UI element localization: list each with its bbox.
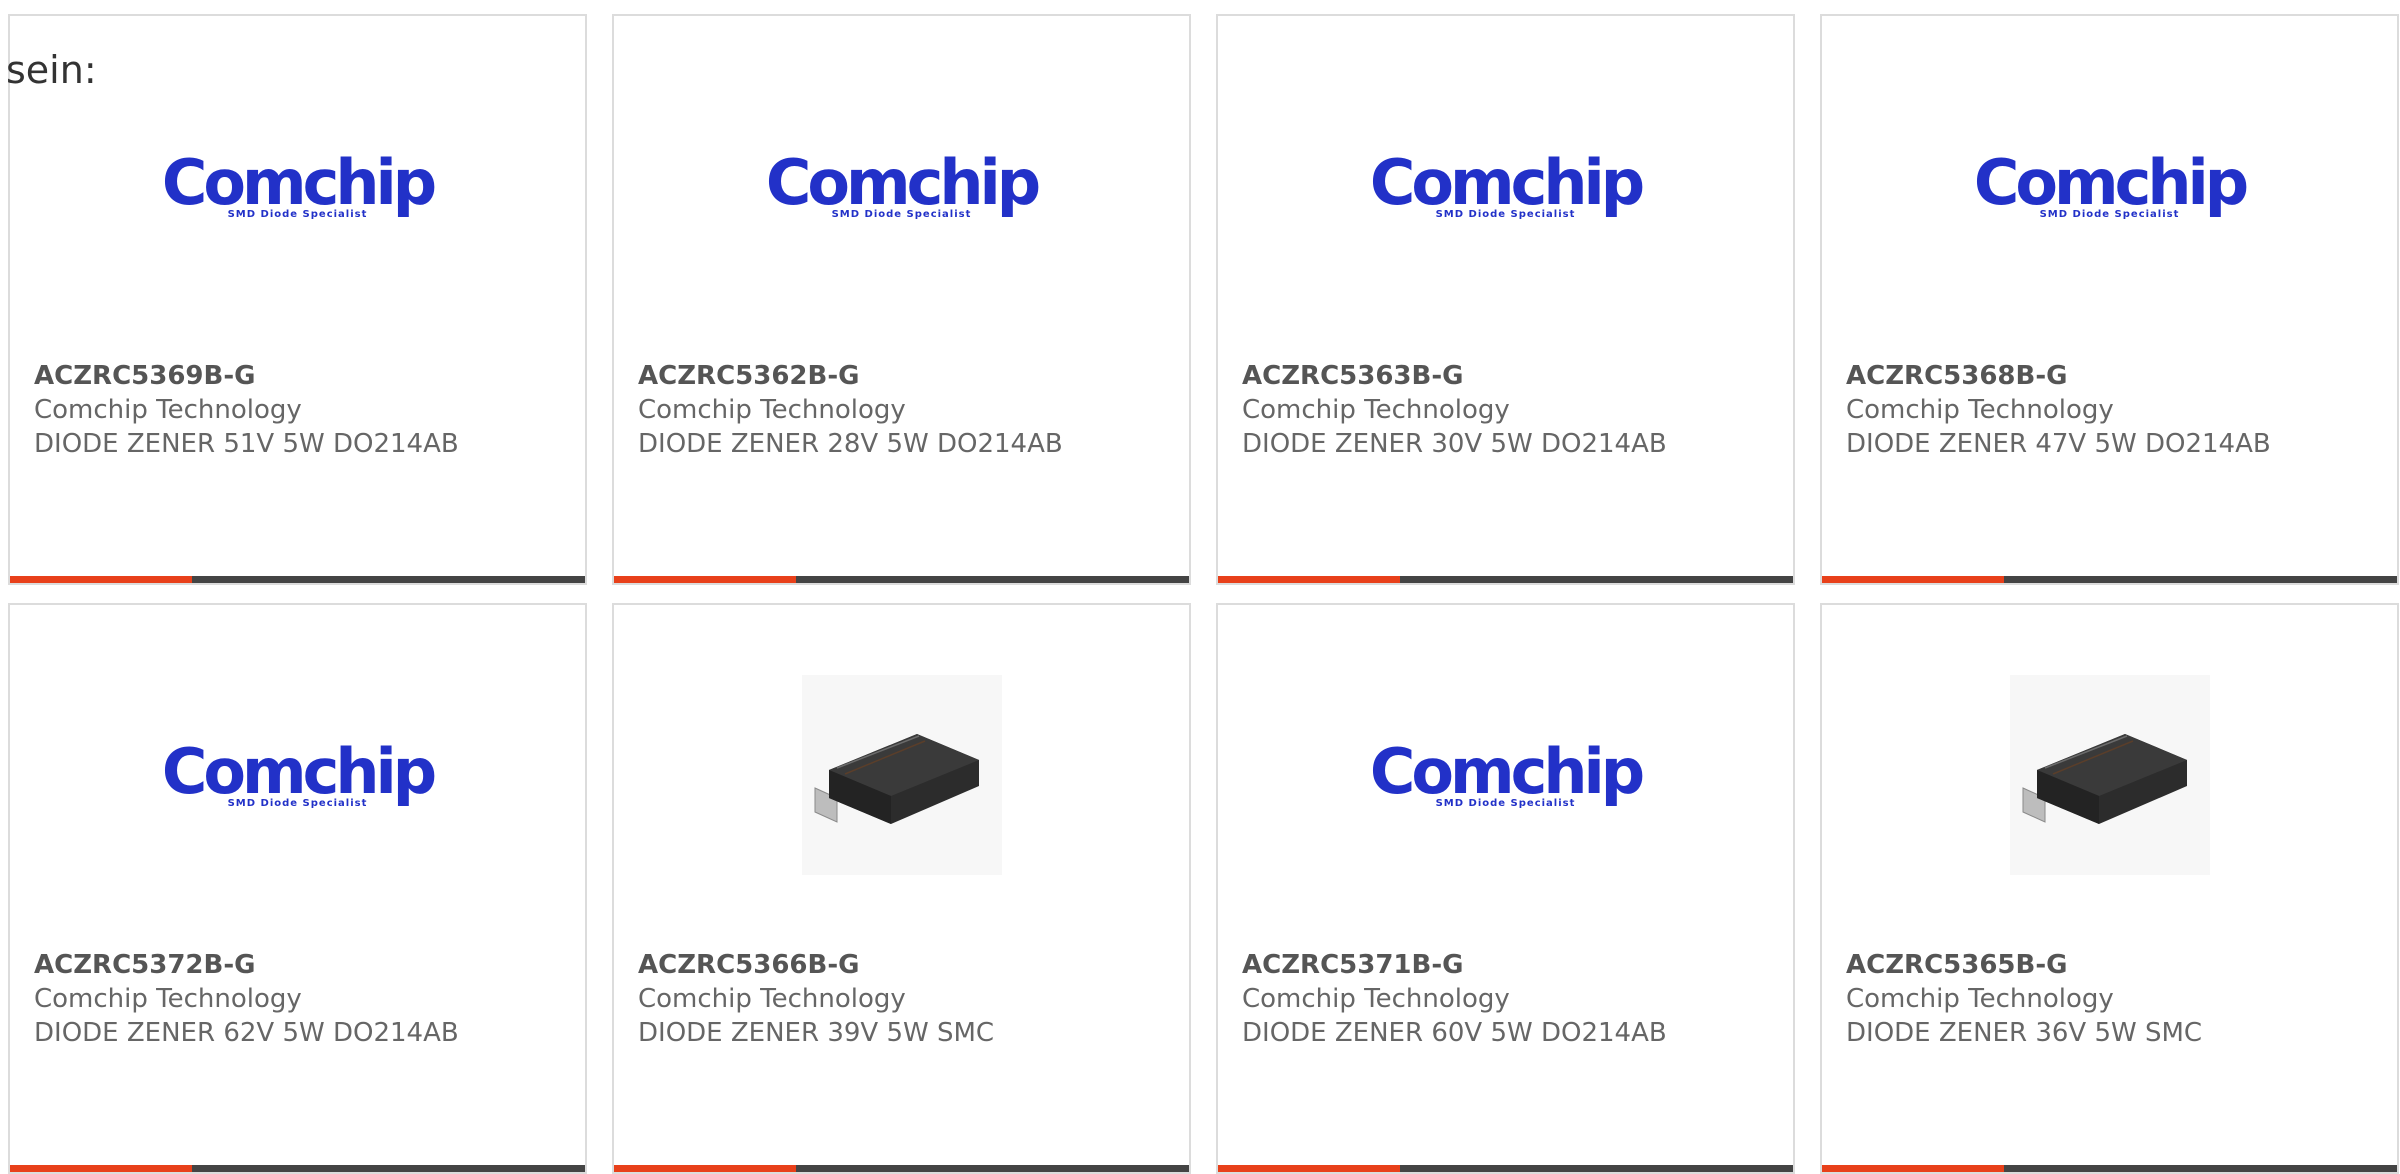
card-accent (1218, 576, 1400, 583)
card-bottom-bar (1822, 576, 2397, 583)
part-number-link[interactable]: ACZRC5371B-G (1242, 948, 1783, 982)
manufacturer: Comchip Technology (638, 395, 906, 425)
card-bottom-bar (1218, 1165, 1793, 1172)
product-image[interactable]: Comchip SMD Diode Specialist (1218, 675, 1793, 875)
card-bottom-bar (1218, 576, 1793, 583)
comchip-logo: Comchip SMD Diode Specialist (1369, 145, 1645, 220)
smc-package-image (801, 675, 1002, 875)
product-image[interactable]: Comchip SMD Diode Specialist (614, 86, 1189, 286)
product-card[interactable]: Comchip SMD Diode Specialist ACZRC5362B-… (612, 14, 1191, 585)
description: DIODE ZENER 60V 5W DO214AB (1242, 1018, 1667, 1048)
product-card[interactable]: Comchip SMD Diode Specialist ACZRC5369B-… (8, 14, 587, 585)
card-accent (10, 1165, 192, 1172)
card-bottom-bar (614, 1165, 1189, 1172)
product-card[interactable]: Comchip SMD Diode Specialist ACZRC5372B-… (8, 603, 587, 1174)
description: DIODE ZENER 51V 5W DO214AB (34, 429, 459, 459)
product-card[interactable]: ACZRC5366B-G Comchip Technology DIODE ZE… (612, 603, 1191, 1174)
manufacturer: Comchip Technology (638, 984, 906, 1014)
description: DIODE ZENER 30V 5W DO214AB (1242, 429, 1667, 459)
smc-package-image (2009, 675, 2210, 875)
product-image[interactable]: Comchip SMD Diode Specialist (1218, 86, 1793, 286)
description: DIODE ZENER 39V 5W SMC (638, 1018, 995, 1048)
comchip-logo: Comchip SMD Diode Specialist (1973, 145, 2249, 220)
card-bottom-bar (614, 576, 1189, 583)
product-image[interactable]: Comchip SMD Diode Specialist (10, 86, 585, 286)
card-bottom-bar (10, 1165, 585, 1172)
comchip-logo: Comchip SMD Diode Specialist (1369, 734, 1645, 809)
card-bottom-bar (1822, 1165, 2397, 1172)
card-accent (1822, 576, 2004, 583)
description: DIODE ZENER 47V 5W DO214AB (1846, 429, 2271, 459)
part-number-link[interactable]: ACZRC5365B-G (1846, 948, 2387, 982)
manufacturer: Comchip Technology (1242, 395, 1510, 425)
comchip-logo: Comchip SMD Diode Specialist (765, 145, 1041, 220)
card-accent (614, 576, 796, 583)
part-number-link[interactable]: ACZRC5363B-G (1242, 359, 1783, 393)
product-grid: Comchip SMD Diode Specialist ACZRC5369B-… (8, 14, 2399, 1174)
product-card[interactable]: Comchip SMD Diode Specialist ACZRC5371B-… (1216, 603, 1795, 1174)
part-number-link[interactable]: ACZRC5368B-G (1846, 359, 2387, 393)
part-number-link[interactable]: ACZRC5366B-G (638, 948, 1179, 982)
card-accent (1218, 1165, 1400, 1172)
comchip-logo: Comchip SMD Diode Specialist (161, 145, 437, 220)
comchip-logo: Comchip SMD Diode Specialist (161, 734, 437, 809)
card-accent (614, 1165, 796, 1172)
smc-diode-icon (2022, 734, 2187, 824)
manufacturer: Comchip Technology (34, 395, 302, 425)
description: DIODE ZENER 36V 5W SMC (1846, 1018, 2203, 1048)
intro-text: sein: (6, 48, 97, 92)
manufacturer: Comchip Technology (34, 984, 302, 1014)
product-card[interactable]: ACZRC5365B-G Comchip Technology DIODE ZE… (1820, 603, 2399, 1174)
card-accent (10, 576, 192, 583)
description: DIODE ZENER 62V 5W DO214AB (34, 1018, 459, 1048)
smc-diode-icon (814, 734, 979, 824)
manufacturer: Comchip Technology (1846, 395, 2114, 425)
manufacturer: Comchip Technology (1242, 984, 1510, 1014)
part-number-link[interactable]: ACZRC5362B-G (638, 359, 1179, 393)
product-card[interactable]: Comchip SMD Diode Specialist ACZRC5363B-… (1216, 14, 1795, 585)
card-accent (1822, 1165, 2004, 1172)
description: DIODE ZENER 28V 5W DO214AB (638, 429, 1063, 459)
part-number-link[interactable]: ACZRC5369B-G (34, 359, 575, 393)
product-image[interactable]: Comchip SMD Diode Specialist (1822, 86, 2397, 286)
manufacturer: Comchip Technology (1846, 984, 2114, 1014)
part-number-link[interactable]: ACZRC5372B-G (34, 948, 575, 982)
product-card[interactable]: Comchip SMD Diode Specialist ACZRC5368B-… (1820, 14, 2399, 585)
product-image[interactable] (1822, 675, 2397, 875)
product-image[interactable] (614, 675, 1189, 875)
product-image[interactable]: Comchip SMD Diode Specialist (10, 675, 585, 875)
card-bottom-bar (10, 576, 585, 583)
